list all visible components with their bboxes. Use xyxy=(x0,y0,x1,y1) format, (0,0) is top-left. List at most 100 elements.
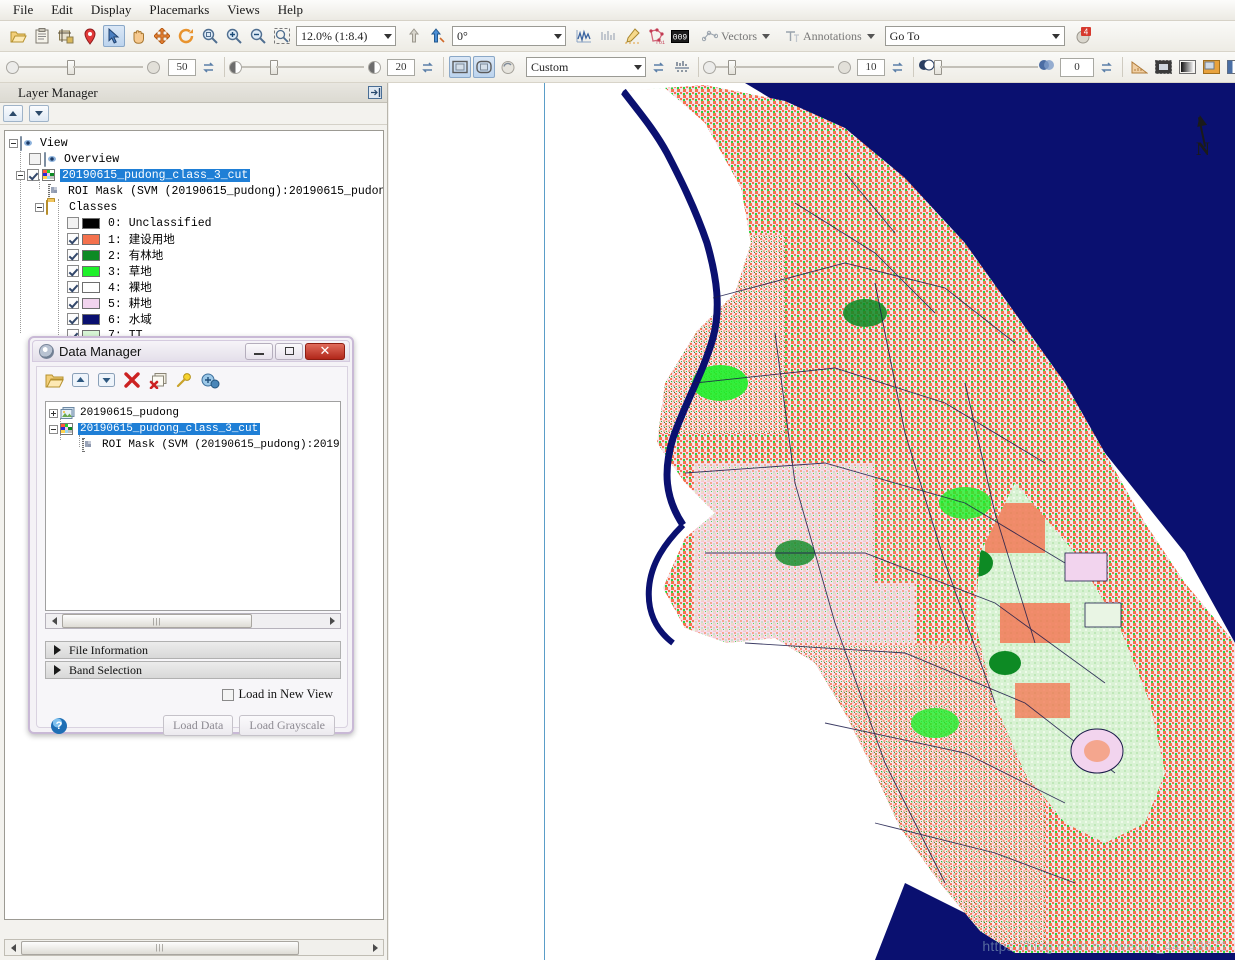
overview-checkbox[interactable] xyxy=(29,153,41,165)
horizontal-profile-icon[interactable] xyxy=(597,25,619,47)
chevron-down-icon[interactable] xyxy=(630,58,645,76)
load-data-button[interactable]: Load Data xyxy=(163,715,233,736)
collapse-icon[interactable] xyxy=(16,171,25,180)
open-file-icon[interactable] xyxy=(7,25,29,47)
map-view[interactable]: N https://blog.csdn.net/weixin_44143671 xyxy=(389,83,1235,960)
reset-brightness-icon[interactable] xyxy=(197,56,219,78)
tree-node-roi-mask[interactable]: ROI Mask (SVM (20190615_pudong):20190615… xyxy=(5,183,383,199)
class-row-5[interactable]: 5: 耕地 xyxy=(5,295,383,311)
collapse-icon[interactable] xyxy=(35,203,44,212)
reset-blend-icon[interactable] xyxy=(1095,56,1117,78)
class-row-3[interactable]: 3: 草地 xyxy=(5,263,383,279)
clipboard-icon[interactable] xyxy=(31,25,53,47)
blend-slider[interactable] xyxy=(936,60,1038,75)
roi-tool-icon[interactable]: roi xyxy=(645,25,667,47)
rotation-combo[interactable]: 0° xyxy=(452,26,566,46)
histogram-stretch-icon[interactable] xyxy=(671,56,693,78)
fit-to-window-icon[interactable] xyxy=(449,56,471,78)
data-manager-tree-scrollbar[interactable]: ||| xyxy=(45,613,341,629)
chevron-down-icon[interactable] xyxy=(867,34,875,39)
class-checkbox-3[interactable] xyxy=(67,265,79,277)
error-badge-icon[interactable]: 4 xyxy=(1072,25,1094,47)
minimize-button[interactable] xyxy=(245,343,273,360)
tree-node-raster[interactable]: 20190615_pudong_class_3_cut xyxy=(5,167,383,183)
class-row-4[interactable]: 4: 裸地 xyxy=(5,279,383,295)
move-down-icon[interactable] xyxy=(97,372,116,390)
rotate-north-icon[interactable] xyxy=(427,25,449,47)
scroll-right-arrow-icon[interactable] xyxy=(324,614,340,629)
data-manager-title-bar[interactable]: Data Manager ✕ xyxy=(32,340,350,362)
reset-contrast-icon[interactable] xyxy=(416,56,438,78)
zoom-to-selection-icon[interactable] xyxy=(271,25,293,47)
zoom-fit-icon[interactable] xyxy=(199,25,221,47)
menu-views[interactable]: Views xyxy=(218,0,268,20)
zoom-out-icon[interactable] xyxy=(247,25,269,47)
class-checkbox-1[interactable] xyxy=(67,233,79,245)
pin-icon[interactable] xyxy=(175,372,194,390)
stretch-type-combo[interactable]: Custom xyxy=(526,57,646,77)
layer-tree-horizontal-scrollbar[interactable]: ||| xyxy=(4,939,384,956)
close-button[interactable]: ✕ xyxy=(305,343,345,360)
move-arrows-icon[interactable] xyxy=(151,25,173,47)
flicker-icon[interactable] xyxy=(1224,56,1235,78)
dm-tree-row-2[interactable]: ROI Mask (SVM (20190615_pudong):2019061 xyxy=(46,437,340,453)
load-grayscale-button[interactable]: Load Grayscale xyxy=(239,715,335,736)
tree-node-view[interactable]: View xyxy=(5,135,383,151)
pan-hand-icon[interactable] xyxy=(127,25,149,47)
tree-node-overview[interactable]: Overview xyxy=(5,151,383,167)
contrast-value[interactable]: 20 xyxy=(387,59,415,76)
scroll-left-arrow-icon[interactable] xyxy=(5,940,21,955)
chevron-down-icon[interactable] xyxy=(380,27,395,45)
crosshair-icon[interactable] xyxy=(1152,56,1174,78)
menu-placemarks[interactable]: Placemarks xyxy=(140,0,218,20)
brightness-value[interactable]: 50 xyxy=(168,59,196,76)
rotate-icon[interactable] xyxy=(175,25,197,47)
move-layer-up-button[interactable] xyxy=(3,105,23,122)
class-checkbox-6[interactable] xyxy=(67,313,79,325)
dm-tree-row-1[interactable]: 20190615_pudong_class_3_cut xyxy=(46,421,340,437)
portal-icon[interactable] xyxy=(1200,56,1222,78)
measure-tool-icon[interactable] xyxy=(1128,56,1150,78)
select-cursor-icon[interactable] xyxy=(103,25,125,47)
pin-panel-icon[interactable] xyxy=(367,85,383,100)
north-up-icon[interactable] xyxy=(403,25,425,47)
class-checkbox-5[interactable] xyxy=(67,297,79,309)
reset-stretch-icon[interactable] xyxy=(647,56,669,78)
collapse-icon[interactable] xyxy=(49,425,58,434)
scroll-right-arrow-icon[interactable] xyxy=(367,940,383,955)
cursor-value-icon[interactable]: 009 xyxy=(669,25,691,47)
class-checkbox-4[interactable] xyxy=(67,281,79,293)
placemark-pin-icon[interactable] xyxy=(79,25,101,47)
zoom-level-combo[interactable]: 12.0% (1:8.4) xyxy=(296,26,396,46)
goto-input[interactable]: Go To xyxy=(885,26,1065,46)
refresh-view-icon[interactable] xyxy=(497,56,519,78)
load-in-new-view-checkbox[interactable] xyxy=(222,689,234,701)
vectors-dropdown[interactable]: Vectors xyxy=(698,25,774,47)
zoom-in-icon[interactable] xyxy=(223,25,245,47)
chevron-down-icon[interactable] xyxy=(762,34,770,39)
menu-edit[interactable]: Edit xyxy=(42,0,82,20)
data-manager-tree[interactable]: 20190615_pudong 20190615_pudong_class_3_… xyxy=(45,401,341,611)
contrast-slider[interactable] xyxy=(242,60,364,75)
scrollbar-thumb[interactable]: ||| xyxy=(21,941,299,955)
spectral-profile-icon[interactable] xyxy=(573,25,595,47)
pencil-annotation-icon[interactable] xyxy=(621,25,643,47)
raster-checkbox[interactable] xyxy=(27,169,39,181)
transparency-slider[interactable] xyxy=(716,60,834,75)
blend-value[interactable]: 0 xyxy=(1060,58,1094,77)
chevron-down-icon[interactable] xyxy=(550,27,565,45)
data-manager-dialog[interactable]: Data Manager ✕ xyxy=(28,336,354,734)
grayscale-icon[interactable] xyxy=(1176,56,1198,78)
expand-icon[interactable] xyxy=(49,409,58,418)
menu-help[interactable]: Help xyxy=(269,0,312,20)
fit-to-view-icon[interactable] xyxy=(473,56,495,78)
load-in-new-view-row[interactable]: Load in New View xyxy=(222,687,333,702)
help-icon[interactable]: ? xyxy=(51,718,67,734)
class-checkbox-2[interactable] xyxy=(67,249,79,261)
band-selection-accordion[interactable]: Band Selection xyxy=(45,661,341,679)
close-file-icon[interactable] xyxy=(123,372,142,390)
class-row-0[interactable]: 0: Unclassified xyxy=(5,215,383,231)
scrollbar-thumb[interactable]: ||| xyxy=(62,614,252,628)
close-all-files-icon[interactable] xyxy=(149,372,168,390)
move-up-icon[interactable] xyxy=(71,372,90,390)
